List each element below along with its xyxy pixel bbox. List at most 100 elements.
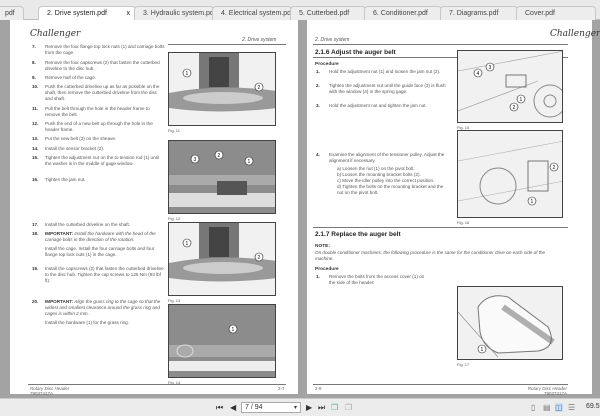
tab-electrical-system[interactable]: 4. Electrical system.pdf — [212, 6, 293, 20]
step-number: 16. — [32, 177, 39, 182]
tab-hydraulic-system[interactable]: 3. Hydraulic system.pdf — [134, 6, 216, 20]
figure-12: 3 2 1 — [168, 140, 276, 214]
tab-label: 4. Electrical system.pdf — [221, 10, 293, 17]
step: 18. IMPORTANT: Install the hardware with … — [32, 231, 165, 258]
section-heading: 2.1.6 Adjust the auger belt — [315, 49, 396, 56]
cage-illustration: 12 — [169, 53, 275, 112]
svg-text:2: 2 — [513, 105, 516, 111]
step-number: 10. — [32, 84, 39, 89]
tab-label: 2. Drive system.pdf — [47, 10, 107, 17]
zoom-level[interactable]: 69.5 — [586, 403, 600, 410]
figure-17: 1 — [457, 286, 563, 360]
svg-text:1: 1 — [481, 347, 484, 353]
step: 4. Examine the alignment of the tensioner… — [316, 152, 449, 164]
step-number: 12. — [32, 121, 39, 126]
step-text: Hold the adjustment nut and tighten the … — [329, 103, 427, 108]
tab-label: Cover.pdf — [525, 10, 555, 17]
step: 20. IMPORTANT: Align the grass ring to th… — [32, 299, 165, 326]
tab-previous-pdf[interactable]: pdf — [0, 6, 24, 20]
step: 3. Hold the adjustment nut and tighten th… — [316, 103, 449, 109]
paste-icon[interactable]: ❐ — [345, 403, 352, 412]
section-rule — [313, 227, 568, 228]
two-page-view-icon[interactable]: ◫ — [555, 403, 563, 412]
note-label: NOTE: — [315, 244, 330, 249]
footer-rule — [313, 384, 568, 385]
page-number-value: 7 / 94 — [245, 404, 263, 411]
svg-text:1: 1 — [186, 241, 189, 247]
step-text: Pull the belt through the hole in the he… — [45, 106, 150, 117]
step: 11. Pull the belt through the hole in the… — [32, 106, 165, 118]
step: 1. Remove the bolts from the access cover… — [316, 274, 429, 286]
step-number: 20. — [32, 299, 39, 304]
previous-page-icon[interactable]: ◀ — [230, 403, 236, 412]
two-page-continuous-view-icon[interactable]: ☰ — [568, 403, 575, 412]
first-page-icon[interactable]: ⏮ — [216, 403, 223, 413]
tab-cover[interactable]: Cover.pdf — [516, 6, 596, 20]
footer-code: 79037417A — [543, 391, 567, 396]
figure-16: 21 — [457, 130, 563, 218]
step: 12. Push the end of a new belt up through… — [32, 121, 165, 133]
figure-13: 12 — [168, 222, 276, 296]
figure-15: 4 3 12 — [457, 50, 563, 123]
step: 8. Remove the four capscrews (2) that fas… — [32, 60, 165, 72]
page-number: 2-7 — [278, 386, 285, 391]
svg-text:4: 4 — [477, 71, 480, 77]
idler-pulley-illustration: 21 — [458, 141, 562, 206]
next-page-icon[interactable]: ▶ — [306, 403, 312, 412]
note-text: On double conditioner machines, the foll… — [315, 250, 546, 261]
step-number: 1. — [316, 69, 320, 74]
svg-text:1: 1 — [232, 327, 235, 333]
step-text: d) Tighten the bolts on the mounting bra… — [337, 184, 444, 195]
figure-14: 1 — [168, 304, 276, 378]
step: 2. Tighten the adjustment nut until the g… — [316, 83, 449, 95]
page-header: 2. Drive system — [315, 37, 350, 43]
last-page-icon[interactable]: ⏭ — [318, 403, 325, 413]
continuous-view-icon[interactable]: ▤ — [543, 403, 551, 412]
step-number: 17. — [32, 222, 39, 227]
step-text: Put the new belt (3) on the sheave. — [45, 136, 117, 141]
footer-rule — [28, 384, 286, 385]
pdf-page-right: 2. Drive system Challenger 2.1.6 Adjust … — [307, 20, 600, 396]
tab-drive-system[interactable]: 2. Drive system.pdf x — [38, 6, 136, 20]
page-number-input[interactable]: 7 / 94 ▾ — [241, 402, 301, 413]
tab-label: 3. Hydraulic system.pdf — [143, 10, 216, 17]
svg-text:2: 2 — [218, 153, 221, 159]
substeps: a) Loosen the nut (1) on the pivot bolt.… — [337, 166, 447, 196]
step-text: Tighten the adjustment nut on the to ten… — [45, 155, 159, 166]
tab-cutterbed[interactable]: 5. Cutterbed.pdf — [290, 6, 366, 20]
step-text: Install the cutterbed driveline on the s… — [45, 222, 131, 227]
step: 7. Remove the four flange top lock nuts (… — [32, 44, 165, 56]
step-number: 3. — [316, 103, 320, 108]
tab-conditioner[interactable]: 6. Conditioner.pdf — [364, 6, 442, 20]
svg-text:1: 1 — [248, 159, 251, 165]
challenger-logo: Challenger — [30, 29, 81, 39]
step-text: Remove half of the cage. — [45, 75, 97, 80]
step-number: 9. — [32, 75, 36, 80]
step-number: 18. — [32, 231, 39, 236]
step-text: Remove the four flange top lock nuts (1)… — [45, 44, 165, 55]
figure-caption: Fig. 12 — [168, 216, 181, 221]
step-text: Push the cutterbed driveline up as far a… — [45, 84, 160, 101]
close-tab-icon[interactable]: x — [127, 10, 131, 17]
step: 9. Remove half of the cage. — [32, 75, 165, 81]
figure-caption: Fig. 13 — [168, 298, 181, 303]
chevron-down-icon[interactable]: ▾ — [294, 404, 297, 411]
step-text: Tighten the adjustment nut until the gui… — [329, 83, 446, 94]
step-text: Tighten the jam nut. — [45, 177, 86, 182]
section-heading: 2.1.7 Replace the auger belt — [315, 231, 401, 238]
step: 19. Install the capscrews (2) that fasten… — [32, 266, 165, 284]
step-text: Install the sensor bracket (2). — [45, 146, 105, 151]
step-number: 11. — [32, 106, 39, 111]
step: 14. Install the sensor bracket (2). — [32, 146, 165, 152]
step-number: 1. — [316, 274, 320, 279]
tab-diagrams[interactable]: 7. Diagrams.pdf — [440, 6, 518, 20]
step: 17. Install the cutterbed driveline on th… — [32, 222, 165, 228]
copy-icon[interactable]: ❐ — [331, 403, 338, 412]
step-text: Install the capscrews (2) that fasten th… — [45, 266, 164, 283]
figure-caption: Fig. 16 — [457, 220, 470, 225]
figure-caption: Fig. 17 — [457, 362, 470, 367]
step-text: Hold the adjustment nut (1) and loosen t… — [329, 69, 441, 74]
single-page-view-icon[interactable]: ▯ — [531, 403, 535, 412]
svg-text:2: 2 — [258, 255, 261, 261]
svg-text:3: 3 — [489, 65, 492, 71]
